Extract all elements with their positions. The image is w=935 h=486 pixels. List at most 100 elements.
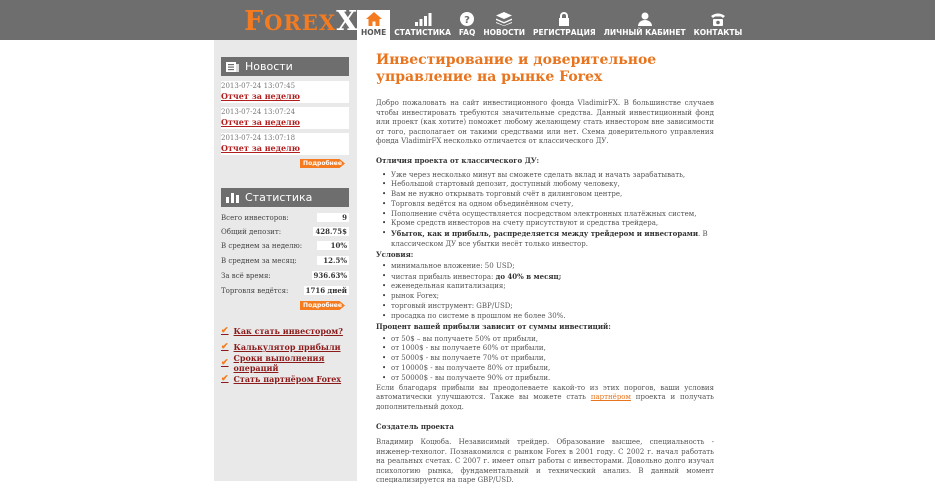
nav-contacts[interactable]: КОНТАКТЫ <box>690 10 747 40</box>
link-label: Стать партнёром Forex <box>233 374 342 384</box>
top-bar: FOREXX HOME СТАТИСТИКА ? FAQ НОВОСТИ РЕГ… <box>0 0 935 40</box>
stat-label: Торговля ведётся: <box>221 286 289 295</box>
list-item: Торговля ведётся на одном объединённом с… <box>376 200 714 210</box>
chart-icon <box>414 13 432 26</box>
percent-heading: Процент вашей прибыли зависит от суммы и… <box>376 321 611 331</box>
percent-list: от 50$ – вы получаете 50% от прибыли, от… <box>376 335 714 384</box>
news-date: 2013-07-24 13:07:24 <box>221 108 296 116</box>
nav-stats[interactable]: СТАТИСТИКА <box>390 10 455 40</box>
list-item: Небольшой стартовый депозит, доступный л… <box>376 180 714 190</box>
newspaper-icon <box>226 62 239 72</box>
stat-label: В среднем за неделю: <box>221 241 303 250</box>
stat-row: В среднем за неделю: 10% <box>221 239 349 252</box>
nav-stats-label: СТАТИСТИКА <box>394 28 451 37</box>
phone-icon <box>710 13 725 26</box>
list-item: минимальное вложение: 50 USD; <box>376 262 714 272</box>
stat-row: Всего инвесторов: 9 <box>221 211 349 224</box>
news-link[interactable]: Отчет за неделю <box>221 143 349 154</box>
news-more-button[interactable]: Подробнее <box>300 159 345 168</box>
list-item: Убыток, как и прибыль, распределяется ме… <box>376 229 714 250</box>
news-item: 2013-07-24 13:07:45 Отчет за неделю <box>221 81 349 103</box>
logo[interactable]: FOREXX <box>244 6 358 37</box>
stat-value: 12.5% <box>317 256 349 265</box>
list-item: просадка по системе в прошлом не более 3… <box>376 312 714 322</box>
news-item: 2013-07-24 13:07:18 Отчет за неделю <box>221 133 349 155</box>
news-header: Новости <box>221 57 349 76</box>
nav-register-label: РЕГИСТРАЦИЯ <box>533 28 596 37</box>
list-item: от 10000$ - вы получаете 80% от прибыли, <box>376 364 714 374</box>
stats-more-button[interactable]: Подробнее <box>300 301 345 310</box>
nav-home-label: HOME <box>361 28 387 37</box>
nav-contacts-label: КОНТАКТЫ <box>693 28 743 37</box>
list-item: от 50000$ - вы получаете 90% от прибыли. <box>376 374 714 384</box>
news-date: 2013-07-24 13:07:45 <box>221 82 296 90</box>
creator-text: Владимир Коцюба. Независимый трейдер. Об… <box>376 438 714 485</box>
link-become-investor[interactable]: ✔ Как стать инвестором? <box>221 323 353 339</box>
stat-value: 10% <box>317 241 349 250</box>
nav-cabinet[interactable]: ЛИЧНЫЙ КАБИНЕТ <box>600 10 690 40</box>
nav-cabinet-label: ЛИЧНЫЙ КАБИНЕТ <box>603 28 686 37</box>
main-content: Инвестирование и доверительное управлени… <box>376 52 714 486</box>
diff-bold-text: Убыток, как и прибыль, распределяется ме… <box>391 229 699 239</box>
stat-value: 1716 дней <box>303 286 349 295</box>
nav-faq[interactable]: ? FAQ <box>455 10 479 40</box>
link-label: Сроки выполнения операций <box>233 353 325 373</box>
page-title: Инвестирование и доверительное управлени… <box>376 52 657 85</box>
link-label: Как стать инвестором? <box>233 326 343 336</box>
logo-text: OREX <box>264 10 337 35</box>
list-item: Пополнение счёта осуществляется посредст… <box>376 210 714 220</box>
diff-heading: Отличия проекта от классического ДУ: <box>376 155 540 165</box>
conditions-heading: Условия: <box>376 249 414 259</box>
check-icon: ✔ <box>221 326 229 336</box>
link-operation-terms[interactable]: ✔ Сроки выполнения операций <box>221 353 353 373</box>
stat-row: Торговля ведётся: 1716 дней <box>221 284 349 297</box>
list-item: чистая прибыль инвестора: до 40% в месяц… <box>376 272 714 283</box>
quick-links: ✔ Как стать инвестором? ✔ Калькулятор приб… <box>221 323 353 387</box>
stats-header: Статистика <box>221 188 349 207</box>
nav-home[interactable]: HOME <box>357 10 391 40</box>
lock-icon <box>559 12 570 26</box>
stat-label: Общий депозит: <box>221 227 282 236</box>
news-link[interactable]: Отчет за неделю <box>221 117 349 128</box>
stat-value: 428.75$ <box>313 227 349 236</box>
question-icon: ? <box>460 12 475 26</box>
stat-row: Общий депозит: 428.75$ <box>221 225 349 238</box>
stat-value: 9 <box>317 213 349 222</box>
creator-heading: Создатель проекта <box>376 422 454 432</box>
stack-icon <box>496 12 513 26</box>
list-item: Кроме средств инвесторов на счету присут… <box>376 219 714 229</box>
nav-register[interactable]: РЕГИСТРАЦИЯ <box>529 10 600 40</box>
news-link[interactable]: Отчет за неделю <box>221 91 349 102</box>
list-item: от 50$ – вы получаете 50% от прибыли, <box>376 335 714 345</box>
partner-link[interactable]: партнёром <box>591 393 631 401</box>
svg-text:?: ? <box>464 15 470 26</box>
intro-text: Добро пожаловать на сайт инвестиционного… <box>376 99 714 145</box>
cond-bold-text: до 40% в месяц; <box>495 271 562 281</box>
nav-news-label: НОВОСТИ <box>483 28 526 37</box>
nav-faq-label: FAQ <box>458 28 476 37</box>
cond-text: чистая прибыль инвестора: <box>391 272 496 281</box>
check-icon: ✔ <box>221 342 229 352</box>
stat-label: За всё время: <box>221 271 271 280</box>
stat-label: Всего инвесторов: <box>221 213 289 222</box>
user-icon <box>637 12 652 26</box>
list-item: рынок Forex; <box>376 292 714 302</box>
list-item: Уже через несколько минут вы сможете сде… <box>376 171 714 181</box>
nav-news[interactable]: НОВОСТИ <box>479 10 529 40</box>
home-icon <box>365 12 382 26</box>
list-item: от 1000$ - вы получаете 60% от прибыли, <box>376 344 714 354</box>
link-become-partner[interactable]: ✔ Стать партнёром Forex <box>221 371 353 387</box>
sidebar: Новости 2013-07-24 13:07:45 Отчет за нед… <box>214 40 357 481</box>
list-item: Вам не нужно открывать торговый счёт в д… <box>376 190 714 200</box>
list-item: еженедельная капитализация; <box>376 282 714 292</box>
main-nav: HOME СТАТИСТИКА ? FAQ НОВОСТИ РЕГИСТРАЦИ… <box>357 10 746 40</box>
stat-label: В среднем за месяц: <box>221 256 297 265</box>
list-item: от 5000$ - вы получаете 70% от прибыли, <box>376 354 714 364</box>
logo-letter: F <box>244 6 265 37</box>
stat-row: За всё время: 936.63% <box>221 269 349 282</box>
check-icon: ✔ <box>221 374 229 384</box>
conditions-list: минимальное вложение: 50 USD; чистая при… <box>376 262 714 322</box>
stat-row: В среднем за месяц: 12.5% <box>221 254 349 267</box>
news-item: 2013-07-24 13:07:24 Отчет за неделю <box>221 107 349 129</box>
list-item: торговый инструмент: GBP/USD; <box>376 302 714 312</box>
